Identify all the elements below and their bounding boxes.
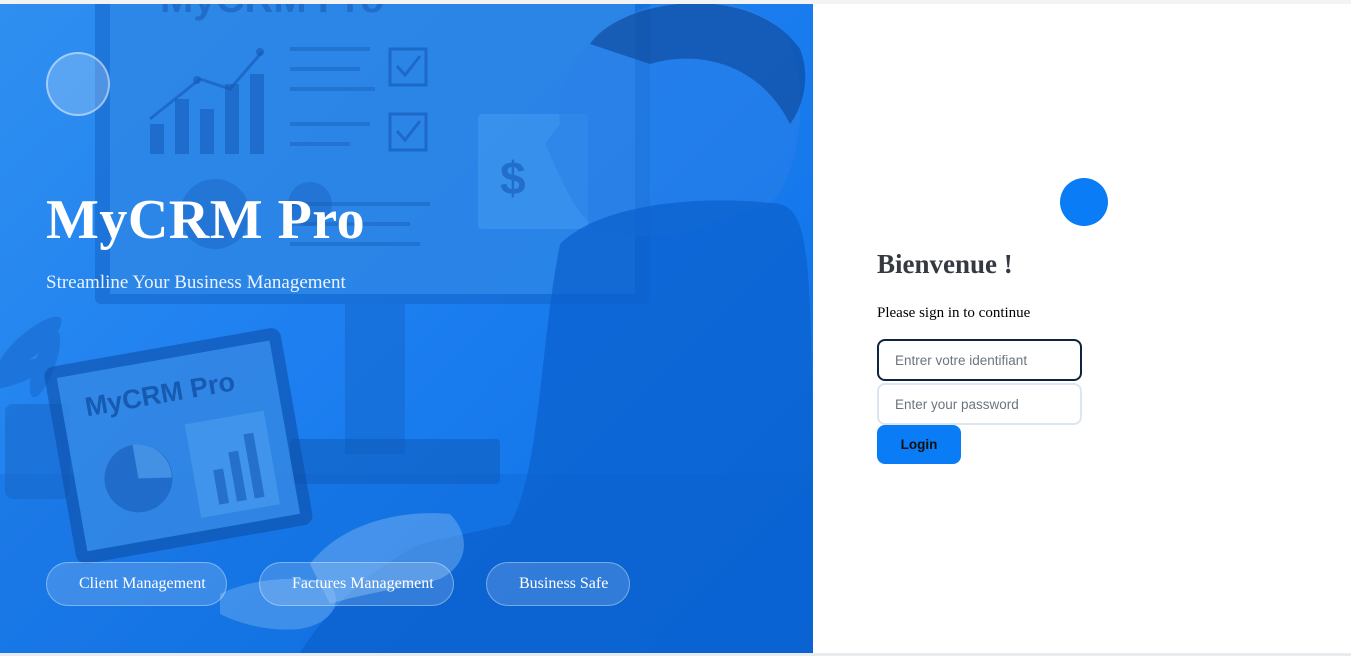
- login-button[interactable]: Login: [877, 425, 961, 464]
- feature-list: Client Management Factures Management Bu…: [46, 562, 630, 606]
- hero-panel: MyCRM Pro: [0, 4, 813, 653]
- login-logo-circle-icon: [1060, 178, 1108, 226]
- hero-subtitle: Streamline Your Business Management: [46, 272, 346, 293]
- svg-text:MyCRM Pro: MyCRM Pro: [160, 4, 384, 21]
- signin-subheading: Please sign in to continue: [877, 305, 1031, 321]
- hero-logo-circle-icon: [46, 52, 110, 116]
- feature-pill-factures-management: Factures Management: [259, 562, 454, 606]
- login-panel: Bienvenue ! Please sign in to continue L…: [813, 4, 1351, 653]
- password-input[interactable]: [877, 383, 1082, 425]
- hero-title: MyCRM Pro: [46, 189, 366, 251]
- welcome-heading: Bienvenue !: [877, 249, 1013, 279]
- hero-background-illustration: MyCRM Pro: [0, 4, 813, 653]
- username-input[interactable]: [877, 339, 1082, 381]
- svg-text:$: $: [500, 152, 526, 204]
- feature-pill-business-safe: Business Safe: [486, 562, 630, 606]
- feature-pill-client-management: Client Management: [46, 562, 227, 606]
